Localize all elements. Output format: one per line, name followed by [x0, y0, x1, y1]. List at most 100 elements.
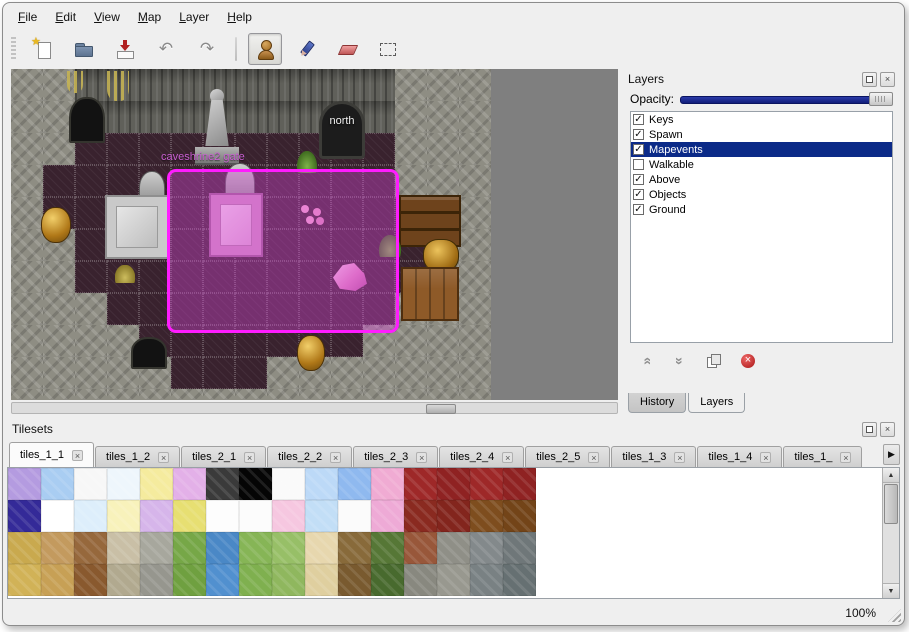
map-tile-rock[interactable] [299, 389, 331, 400]
map-tile-rock[interactable] [395, 165, 427, 197]
tileset-tile[interactable] [503, 564, 536, 596]
tileset-tile[interactable] [437, 468, 470, 500]
map-tile-rock[interactable] [459, 389, 491, 400]
menu-help[interactable]: Help [218, 7, 261, 27]
tileset-tile[interactable] [437, 532, 470, 564]
map-tile-floor[interactable] [363, 133, 395, 165]
tileset-tile[interactable] [470, 532, 503, 564]
tileset-tile[interactable] [206, 532, 239, 564]
tileset-tile[interactable] [470, 564, 503, 596]
lower-layer-button[interactable] [669, 352, 691, 370]
tileset-tile[interactable] [371, 532, 404, 564]
tileset-tile[interactable] [503, 468, 536, 500]
tileset-tile[interactable] [239, 564, 272, 596]
layer-visibility-checkbox[interactable]: ✓ [633, 189, 644, 200]
layer-row-ground[interactable]: ✓Ground [631, 202, 892, 217]
map-tile-rock[interactable] [11, 357, 43, 389]
map-tile-rock[interactable] [427, 133, 459, 165]
map-tile-rock[interactable] [331, 389, 363, 400]
map-tile-rock[interactable] [459, 229, 491, 261]
tab-close-icon[interactable]: × [588, 452, 599, 463]
map-tile-rock[interactable] [395, 69, 427, 101]
map-tile-rock[interactable] [363, 357, 395, 389]
map-tile-wall[interactable] [235, 101, 267, 133]
tileset-tile[interactable] [305, 532, 338, 564]
map-tile-floor[interactable] [107, 165, 139, 197]
map-tile-floor[interactable] [43, 165, 75, 197]
layer-row-walkable[interactable]: Walkable [631, 157, 892, 172]
map-tile-rock[interactable] [427, 325, 459, 357]
layer-visibility-checkbox[interactable]: ✓ [633, 174, 644, 185]
float-icon[interactable] [862, 422, 877, 437]
tileset-tile[interactable] [140, 564, 173, 596]
selection-rectangle[interactable] [167, 169, 399, 333]
menu-map[interactable]: Map [129, 7, 170, 27]
menu-layer[interactable]: Layer [170, 7, 218, 27]
map-tile-rock[interactable] [395, 389, 427, 400]
map-tile-rock[interactable] [331, 357, 363, 389]
close-icon[interactable]: × [880, 422, 895, 437]
map-tile-rock[interactable] [43, 389, 75, 400]
tileset-tile[interactable] [41, 500, 74, 532]
tileset-tab-tiles_2_2[interactable]: tiles_2_2× [267, 446, 352, 467]
tileset-vertical-scrollbar[interactable]: ▲ ▼ [882, 468, 899, 598]
map-tile-rock[interactable] [171, 389, 203, 400]
tileset-tile[interactable] [404, 468, 437, 500]
tileset-tile[interactable] [272, 500, 305, 532]
tileset-tile[interactable] [8, 500, 41, 532]
map-tile-rock[interactable] [459, 133, 491, 165]
tileset-tile[interactable] [305, 500, 338, 532]
delete-layer-button[interactable] [737, 352, 759, 370]
map-tile-rock[interactable] [459, 325, 491, 357]
map-tile-rock[interactable] [11, 389, 43, 400]
map-tile-rock[interactable] [139, 389, 171, 400]
tab-close-icon[interactable]: × [840, 452, 851, 463]
tileset-tile[interactable] [140, 468, 173, 500]
new-button[interactable] [26, 33, 60, 65]
map-canvas[interactable]: northcaveshrine2 gate [11, 69, 491, 400]
redo-button[interactable]: ↷ [190, 33, 224, 65]
close-icon[interactable]: × [880, 72, 895, 87]
map-tile-rock[interactable] [11, 293, 43, 325]
tileset-tile[interactable] [470, 500, 503, 532]
map-tile-rock[interactable] [11, 165, 43, 197]
tab-close-icon[interactable]: × [72, 450, 83, 461]
tileset-grid[interactable] [8, 468, 536, 596]
duplicate-layer-button[interactable] [703, 352, 725, 370]
tileset-tile[interactable] [41, 564, 74, 596]
opacity-slider-handle[interactable] [869, 92, 893, 106]
tileset-tile[interactable] [8, 468, 41, 500]
map-tile-rock[interactable] [427, 101, 459, 133]
menu-file[interactable]: File [9, 7, 46, 27]
map-tile-rock[interactable] [107, 389, 139, 400]
map-tile-floor[interactable] [75, 165, 107, 197]
map-tile-rock[interactable] [43, 357, 75, 389]
map-tile-wall[interactable] [363, 101, 395, 133]
tileset-tile[interactable] [41, 468, 74, 500]
tileset-tab-tiles_1_4[interactable]: tiles_1_4× [697, 446, 782, 467]
eraser-button[interactable] [330, 33, 364, 65]
tileset-tile[interactable] [74, 532, 107, 564]
tileset-tile[interactable] [371, 500, 404, 532]
tileset-tile[interactable] [173, 500, 206, 532]
map-tile-floor[interactable] [75, 197, 107, 229]
tileset-tile[interactable] [239, 500, 272, 532]
tileset-tile[interactable] [107, 500, 140, 532]
tileset-tile[interactable] [503, 532, 536, 564]
layer-row-above[interactable]: ✓Above [631, 172, 892, 187]
tileset-tile[interactable] [272, 564, 305, 596]
map-tile-floor[interactable] [171, 357, 203, 389]
map-tile-floor[interactable] [107, 133, 139, 165]
tileset-tab-tiles_1_1[interactable]: tiles_1_1× [9, 442, 94, 467]
scroll-up-arrow-icon[interactable]: ▲ [883, 468, 899, 483]
tileset-tile[interactable] [107, 468, 140, 500]
tileset-tile[interactable] [239, 468, 272, 500]
map-tile-rock[interactable] [203, 389, 235, 400]
undo-button[interactable]: ↶ [149, 33, 183, 65]
map-tile-rock[interactable] [395, 357, 427, 389]
layer-row-objects[interactable]: ✓Objects [631, 187, 892, 202]
tab-close-icon[interactable]: × [416, 452, 427, 463]
map-tile-rock[interactable] [75, 389, 107, 400]
map-tile-rock[interactable] [363, 389, 395, 400]
tileset-tile[interactable] [206, 500, 239, 532]
